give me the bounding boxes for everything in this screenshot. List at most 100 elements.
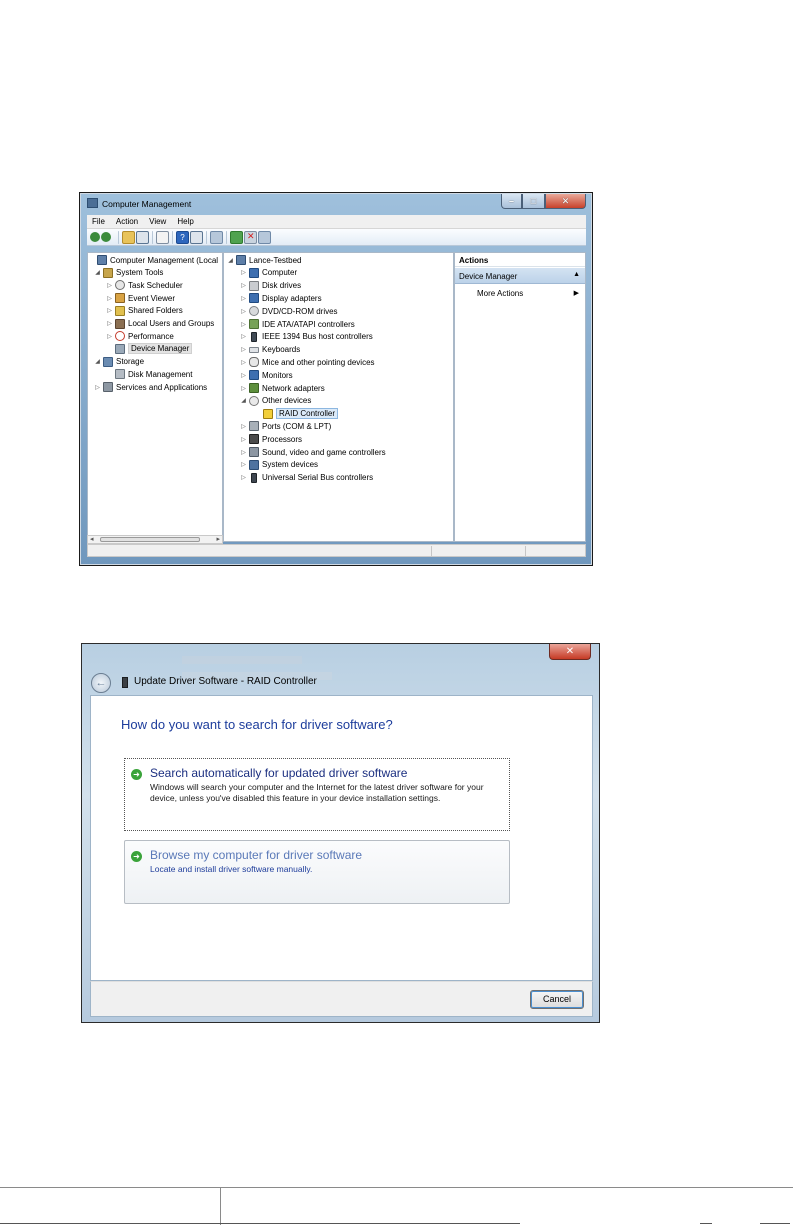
disable-device-icon[interactable]	[258, 230, 271, 244]
expand-triangle-icon[interactable]: ▷	[240, 461, 247, 468]
expand-triangle-icon[interactable]: ▷	[240, 436, 247, 443]
window-title: Computer Management	[102, 199, 192, 209]
browse-computer-option[interactable]: ➜ Browse my computer for driver software…	[124, 840, 510, 904]
tree-item[interactable]: ▷ Sound, video and game controllers	[240, 446, 386, 458]
tree-item[interactable]: ▷ Performance	[106, 330, 174, 342]
expand-triangle-icon[interactable]: ▷	[106, 320, 113, 327]
tree-item[interactable]: ▷ Disk drives	[240, 280, 301, 292]
menu-view[interactable]: View	[149, 217, 166, 226]
tree-item[interactable]: ▷ Keyboards	[240, 344, 300, 356]
close-button[interactable]: ✕	[549, 644, 591, 660]
maximize-icon: □	[530, 196, 537, 206]
toolbar-separator	[206, 230, 207, 244]
scroll-right-icon[interactable]: ▸	[216, 535, 220, 543]
tree-item[interactable]: ▷ Shared Folders	[106, 305, 183, 317]
show-hide-action-pane-icon[interactable]	[190, 230, 203, 244]
tree-item[interactable]: ▷ Ports (COM & LPT)	[240, 420, 331, 432]
forward-arrow-icon[interactable]	[101, 232, 111, 242]
footer-bottom-rule	[0, 1223, 520, 1224]
tree-item[interactable]: Computer Management (Local	[88, 254, 218, 266]
tree-item-label: Ports (COM & LPT)	[262, 421, 332, 431]
tree-item-label: Keyboards	[262, 345, 301, 355]
expand-triangle-icon[interactable]: ▷	[106, 295, 113, 302]
close-button[interactable]: ✕	[545, 194, 586, 209]
expand-triangle-icon[interactable]: ▷	[240, 385, 247, 392]
computer-management-icon	[87, 198, 98, 208]
tree-item[interactable]: ▷ Computer	[240, 267, 297, 279]
update-driver-icon[interactable]	[230, 230, 243, 244]
actions-pane: Actions Device Manager ▲ More Actions ▶	[454, 252, 586, 542]
help-icon[interactable]: ?	[176, 230, 189, 244]
tree-item[interactable]: ▷ Event Viewer	[106, 292, 175, 304]
expand-triangle-icon[interactable]: ▷	[240, 269, 247, 276]
maximize-button[interactable]: □	[522, 194, 545, 209]
tree-item[interactable]: ▷ Processors	[240, 433, 302, 445]
expand-triangle-icon[interactable]: ▷	[240, 295, 247, 302]
toolbar-separator	[172, 230, 173, 244]
shared-folder-icon	[115, 305, 125, 316]
tree-item[interactable]: ▷ DVD/CD-ROM drives	[240, 305, 338, 317]
actions-section-device-manager[interactable]: Device Manager ▲	[455, 268, 585, 284]
tree-item[interactable]: ▷ Monitors	[240, 369, 293, 381]
tree-item[interactable]: ▷ Mice and other pointing devices	[240, 356, 375, 368]
tree-item[interactable]: ◢ System Tools	[94, 267, 163, 279]
title-bar[interactable]: Computer Management – □ ✕	[80, 193, 592, 215]
tree-item[interactable]: ◢ Storage	[94, 356, 144, 368]
expand-triangle-icon[interactable]: ▷	[94, 384, 101, 391]
tree-item[interactable]: RAID Controller	[254, 408, 339, 420]
tree-item[interactable]: ◢ Lance-Testbed	[227, 254, 301, 266]
expand-triangle-icon[interactable]: ▷	[240, 308, 247, 315]
uninstall-device-icon[interactable]	[244, 230, 257, 244]
tree-item-label: System Tools	[116, 268, 164, 278]
expand-triangle-icon[interactable]: ▷	[106, 282, 113, 289]
scroll-left-icon[interactable]: ◂	[90, 535, 94, 543]
tree-item-label: DVD/CD-ROM drives	[262, 306, 338, 316]
menu-file[interactable]: File	[92, 217, 105, 226]
expand-triangle-icon[interactable]: ▷	[240, 282, 247, 289]
back-arrow-icon[interactable]	[90, 232, 100, 242]
collapse-triangle-icon[interactable]: ◢	[94, 358, 101, 365]
tree-item[interactable]: ▷ Network adapters	[240, 382, 325, 394]
expand-triangle-icon[interactable]: ▷	[240, 333, 247, 340]
scroll-thumb[interactable]	[100, 537, 200, 542]
tree-item[interactable]: Disk Management	[106, 368, 192, 380]
tree-item[interactable]: ◢ Other devices	[240, 395, 311, 407]
collapse-up-icon[interactable]: ▲	[573, 271, 580, 278]
more-actions-link[interactable]: More Actions	[477, 289, 523, 298]
device-tree-pane: ◢ Lance-Testbed ▷ Computer ▷ Disk drives ▷ Disp…	[223, 252, 454, 542]
menu-help[interactable]: Help	[177, 217, 193, 226]
tree-item[interactable]: ▷ Universal Serial Bus controllers	[240, 472, 373, 484]
up-folder-icon[interactable]	[122, 230, 135, 244]
properties-icon[interactable]	[156, 230, 169, 244]
expand-triangle-icon[interactable]: ▷	[106, 333, 113, 340]
scan-hardware-icon[interactable]	[210, 230, 223, 244]
expand-triangle-icon[interactable]: ▷	[240, 346, 247, 353]
tree-item[interactable]: ▷ IEEE 1394 Bus host controllers	[240, 331, 373, 343]
expand-triangle-icon[interactable]: ▷	[240, 321, 247, 328]
collapse-triangle-icon[interactable]: ◢	[94, 269, 101, 276]
cancel-button[interactable]: Cancel	[530, 990, 584, 1009]
minimize-button[interactable]: –	[501, 194, 522, 209]
expand-triangle-icon[interactable]: ▷	[106, 307, 113, 314]
tree-item[interactable]: ▷ IDE ATA/ATAPI controllers	[240, 318, 355, 330]
expand-triangle-icon[interactable]: ▷	[240, 474, 247, 481]
sound-icon	[249, 447, 259, 457]
tree-item[interactable]: ▷ Task Scheduler	[106, 279, 183, 291]
expand-triangle-icon[interactable]: ▷	[240, 372, 247, 379]
tree-item[interactable]: ▷ Display adapters	[240, 292, 322, 304]
collapse-triangle-icon[interactable]: ◢	[240, 397, 247, 404]
horizontal-scrollbar[interactable]: ◂ ▸	[87, 535, 223, 544]
expand-triangle-icon[interactable]: ▷	[240, 449, 247, 456]
tree-item[interactable]: ▷ Services and Applications	[94, 381, 207, 393]
keyboard-icon	[249, 346, 259, 353]
tree-item[interactable]: ▷ System devices	[240, 459, 318, 471]
back-button[interactable]: ←	[91, 673, 111, 693]
expand-triangle-icon[interactable]: ▷	[240, 359, 247, 366]
collapse-triangle-icon[interactable]: ◢	[227, 257, 234, 264]
search-automatically-option[interactable]: ➜ Search automatically for updated drive…	[124, 758, 510, 831]
menu-action[interactable]: Action	[116, 217, 138, 226]
expand-triangle-icon[interactable]: ▷	[240, 423, 247, 430]
tree-item[interactable]: ▷ Local Users and Groups	[106, 318, 214, 330]
show-hide-console-tree-icon[interactable]	[136, 230, 149, 244]
tree-item[interactable]: Device Manager	[106, 343, 193, 355]
